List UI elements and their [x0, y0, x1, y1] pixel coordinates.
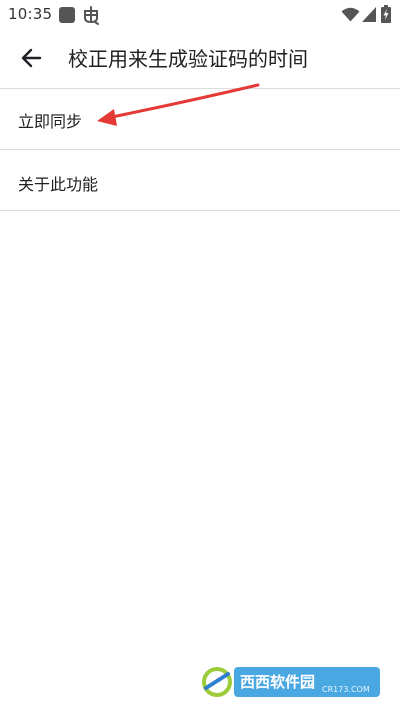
- status-bar: 10:35: [0, 0, 400, 30]
- wifi-icon: [341, 7, 360, 22]
- signal-icon: [362, 7, 376, 22]
- sync-now-label: 立即同步: [18, 112, 83, 131]
- watermark-brand: 西西软件园: [240, 673, 315, 691]
- bug-icon: [84, 6, 99, 25]
- watermark-graphic: 西西软件园 CR173.COM: [202, 667, 380, 697]
- back-button[interactable]: [12, 39, 50, 77]
- arrow-back-icon: [21, 48, 42, 68]
- app-notification-icon: [59, 7, 75, 23]
- about-feature-item[interactable]: 关于此功能: [0, 150, 400, 210]
- divider: [0, 210, 400, 211]
- page-title: 校正用来生成验证码的时间: [68, 47, 308, 71]
- watermark-domain: CR173.COM: [322, 685, 370, 694]
- battery-charging-icon: [381, 5, 391, 23]
- app-bar: 校正用来生成验证码的时间: [0, 30, 400, 86]
- sync-now-item[interactable]: 立即同步: [0, 89, 400, 149]
- watermark-logo: 西西软件园 CR173.COM: [200, 662, 384, 702]
- about-feature-label: 关于此功能: [18, 175, 99, 194]
- status-time: 10:35: [8, 5, 53, 23]
